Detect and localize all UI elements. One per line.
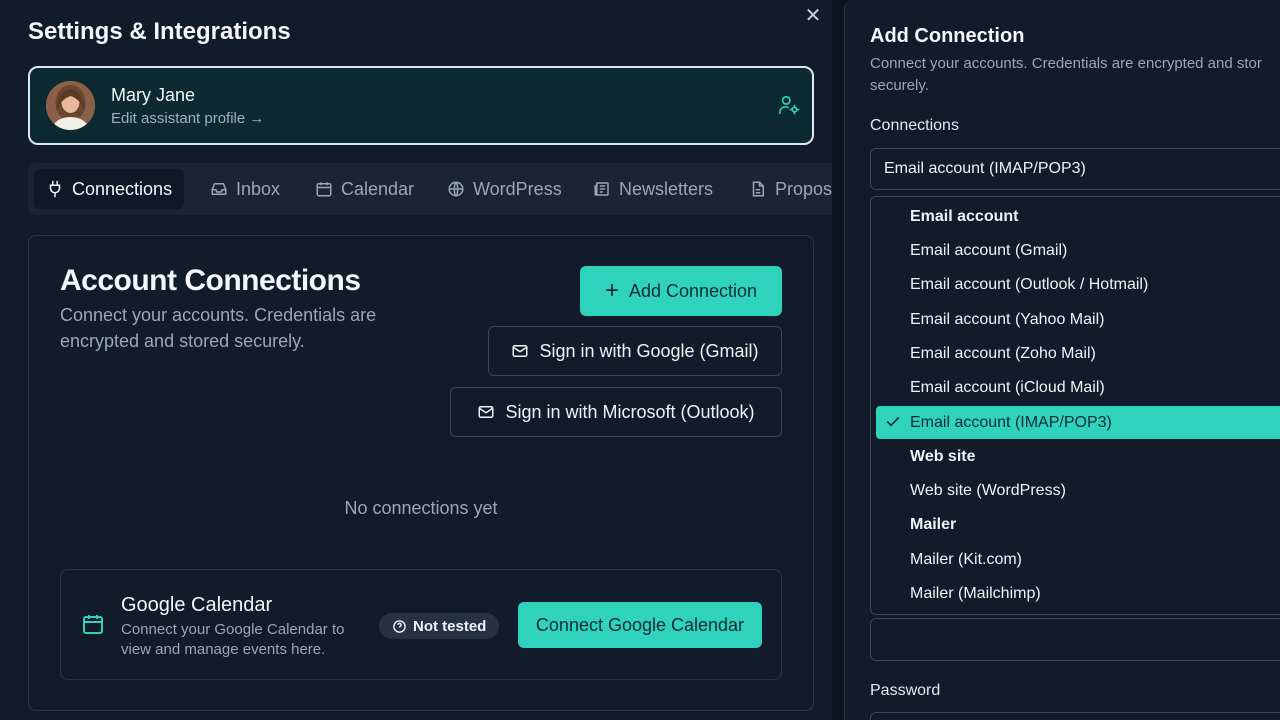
section-title: Account Connections [60, 264, 361, 297]
globe-icon [448, 181, 464, 197]
dropdown-option-selected[interactable]: Email account (IMAP/POP3) [876, 406, 1280, 439]
sign-in-microsoft-button[interactable]: Sign in with Microsoft (Outlook) [450, 387, 782, 437]
tab-label: WordPress [473, 178, 562, 199]
panel-subtitle: Connect your accounts. Credentials are e… [870, 53, 1280, 97]
connection-type-dropdown: Email account Email account (Gmail) Emai… [870, 196, 1280, 615]
sign-in-google-button[interactable]: Sign in with Google (Gmail) [488, 326, 782, 376]
edit-profile-link[interactable]: Edit assistant profile → [111, 110, 264, 127]
close-icon[interactable]: ✕ [803, 6, 823, 26]
password-field[interactable] [870, 712, 1280, 720]
dropdown-group-header: Mailer [910, 515, 957, 533]
avatar [46, 81, 95, 130]
dropdown-option[interactable]: Email account (Yahoo Mail) [876, 303, 1280, 336]
plus-icon: + [604, 277, 619, 304]
gcal-title: Google Calendar [121, 594, 273, 616]
plug-icon [49, 180, 61, 198]
mail-icon [478, 406, 494, 418]
button-label: Add Connection [628, 280, 758, 301]
button-label: Sign in with Microsoft (Outlook) [505, 401, 755, 422]
tab-label: Calendar [341, 178, 415, 199]
inbox-icon [211, 183, 227, 195]
tab-proposals[interactable]: Propos [737, 169, 832, 209]
connection-type-select[interactable]: Email account (IMAP/POP3) [870, 148, 1280, 190]
tab-calendar[interactable]: Calendar [303, 169, 426, 209]
google-calendar-card: Google Calendar Connect your Google Cale… [60, 569, 782, 680]
tab-label: Newsletters [619, 178, 714, 199]
dropdown-option[interactable]: Email account (Gmail) [876, 234, 1280, 267]
section-subtitle: Connect your accounts. Credentials are e… [60, 305, 377, 351]
button-label: Sign in with Google (Gmail) [539, 340, 759, 361]
page-title: Settings & Integrations [28, 18, 291, 45]
dropdown-option[interactable]: Web site (WordPress) [876, 474, 1280, 507]
help-circle-icon [393, 619, 406, 633]
calendar-icon [316, 182, 332, 197]
status-badge: Not tested [379, 613, 500, 639]
check-icon [886, 417, 900, 427]
connections-label: Connections [870, 117, 959, 134]
assistant-profile-card[interactable]: Mary Jane Edit assistant profile → [28, 66, 814, 145]
calendar-icon [81, 612, 105, 636]
tab-connections[interactable]: Connections [34, 169, 185, 209]
badge-label: Not tested [413, 617, 487, 635]
user-settings-icon[interactable] [778, 94, 800, 116]
option-label: Email account (IMAP/POP3) [910, 413, 1112, 431]
dropdown-group-header: Web site [910, 447, 976, 465]
panel-title: Add Connection [870, 25, 1025, 47]
tab-label: Inbox [236, 178, 281, 199]
subtitle-line: securely. [870, 77, 929, 94]
dropdown-option[interactable]: Email account (iCloud Mail) [876, 371, 1280, 404]
connection-input-field[interactable] [870, 618, 1280, 661]
add-connection-button[interactable]: + Add Connection [580, 266, 782, 316]
empty-state-text: No connections yet [344, 498, 498, 518]
dropdown-option[interactable]: Mailer (Kit.com) [876, 543, 1280, 576]
subtitle-line: Connect your accounts. Credentials are e… [870, 55, 1262, 72]
settings-panel: Settings & Integrations ✕ Mary Jane Edit… [0, 0, 832, 720]
dropdown-option[interactable]: Email account (Zoho Mail) [876, 337, 1280, 370]
password-label: Password [870, 682, 941, 699]
tab-inbox[interactable]: Inbox [198, 169, 292, 209]
gcal-subtitle: Connect your Google Calendar to view and… [121, 621, 345, 658]
tab-label: Propos [775, 178, 832, 199]
dropdown-option[interactable]: Mailer (Mailchimp) [876, 577, 1280, 610]
account-connections-card: Account Connections Connect your account… [28, 235, 814, 711]
dropdown-option[interactable]: Email account (Outlook / Hotmail) [876, 268, 1280, 301]
tab-label: Connections [72, 178, 173, 199]
profile-name: Mary Jane [111, 85, 196, 105]
tab-wordpress[interactable]: WordPress [435, 169, 574, 209]
tab-newsletters[interactable]: Newsletters [581, 169, 725, 209]
connect-google-calendar-button[interactable]: Connect Google Calendar [518, 602, 762, 648]
newspaper-icon [594, 182, 609, 196]
dropdown-group-header: Email account [910, 207, 1019, 225]
add-connection-panel: Add Connection Connect your accounts. Cr… [844, 0, 1280, 720]
document-icon [752, 181, 764, 197]
settings-tabs: Connections Inbox Calendar WordPress New… [28, 163, 832, 215]
mail-icon [512, 345, 528, 357]
